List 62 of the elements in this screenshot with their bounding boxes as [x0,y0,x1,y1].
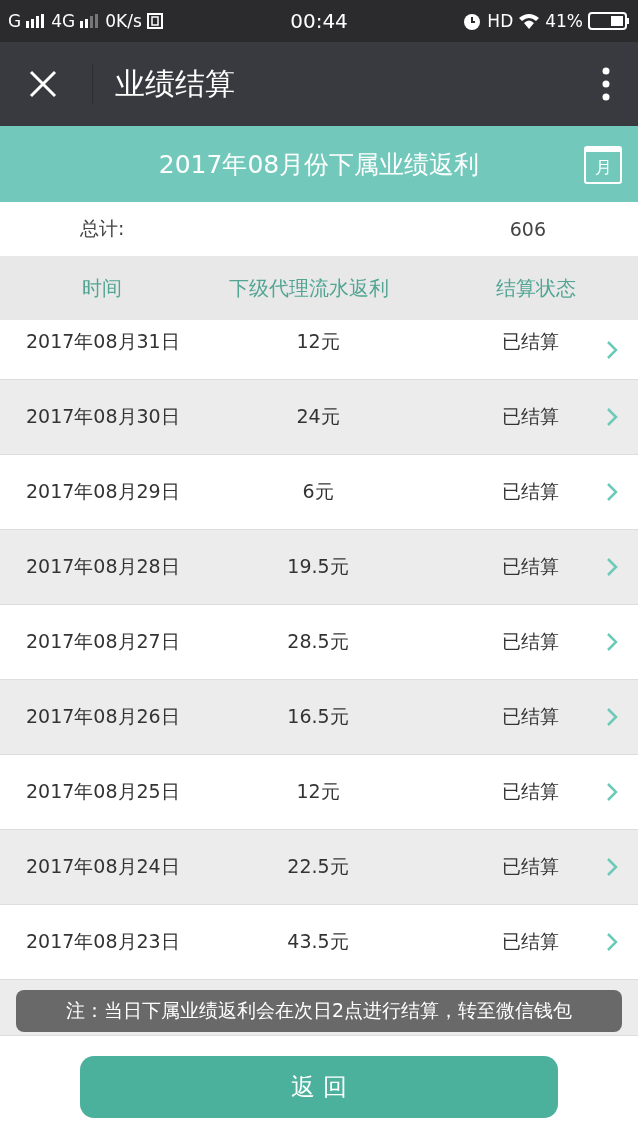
status-cell-text: 已结算 [500,479,560,504]
chevron-icon [606,707,618,727]
column-header: 结算状态 [494,274,577,302]
network-type: 4G [51,11,76,31]
amount-cell-text: 12元 [295,329,341,354]
more-icon[interactable] [602,67,610,101]
page-title: 业绩结算 [115,64,236,103]
banner-title: 2017年08月份下属业绩返利 [158,148,480,181]
clock: 00:44 [290,9,348,33]
battery-percent: 41% [545,11,583,31]
amount-cell-text: 24元 [295,404,341,429]
amount-cell-text: 19.5元 [286,554,350,579]
alarm-icon [462,11,483,31]
status-cell-text: 已结算 [500,929,560,954]
close-icon[interactable] [28,69,58,99]
amount-cell-text: 22.5元 [286,854,350,879]
square-icon [146,13,163,29]
amount-cell-text: 6元 [301,479,335,504]
date-cell-text: 2017年08月29日 [25,479,181,504]
amount-cell-text: 12元 [295,779,341,804]
date-cell-text: 2017年08月26日 [25,704,181,729]
total-label: 总计: [80,216,126,241]
chevron-icon [606,782,618,802]
table-row[interactable]: 2017年08月28日 19.5元 已结算 [0,530,638,605]
total-value: 606 [509,218,546,240]
status-cell-text: 已结算 [500,854,560,879]
chevron-icon [606,557,618,577]
hd-label: HD [487,11,514,31]
status-cell-text: 已结算 [500,554,560,579]
chevron-icon [606,932,618,952]
wifi-icon [518,13,541,29]
status-cell-text: 已结算 [500,404,560,429]
date-cell-text: 2017年08月25日 [25,779,181,804]
note-toast: 注：当日下属业绩返利会在次日2点进行结算，转至微信钱包 [16,990,622,1032]
network-speed: 0K/s [105,11,142,31]
column-header: 时间 [81,274,124,302]
date-cell-text: 2017年08月30日 [25,404,181,429]
status-cell-text: 已结算 [500,629,560,654]
date-cell-text: 2017年08月31日 [25,329,181,354]
signal-icon [80,14,101,28]
amount-cell-text: 28.5元 [286,629,350,654]
amount-cell-text: 43.5元 [286,929,350,954]
date-cell-text: 2017年08月28日 [25,554,181,579]
status-cell-text: 已结算 [500,704,560,729]
battery-icon [588,12,630,30]
chevron-icon [606,340,618,360]
table-row[interactable]: 2017年08月24日 22.5元 已结算 [0,830,638,905]
table-row[interactable]: 2017年08月30日 24元 已结算 [0,380,638,455]
date-cell-text: 2017年08月24日 [25,854,181,879]
status-cell-text: 已结算 [500,779,560,804]
signal-icon [26,14,47,28]
date-cell-text: 2017年08月27日 [25,629,181,654]
date-cell-text: 2017年08月23日 [25,929,181,954]
amount-cell-text: 16.5元 [286,704,350,729]
column-header: 下级代理流水返利 [227,274,390,302]
network-type: G [8,11,22,31]
table-row[interactable]: 2017年08月26日 16.5元 已结算 [0,680,638,755]
chevron-icon [606,857,618,877]
chevron-icon [606,632,618,652]
chevron-icon [606,407,618,427]
chevron-icon [606,482,618,502]
status-cell-text: 已结算 [500,329,560,354]
